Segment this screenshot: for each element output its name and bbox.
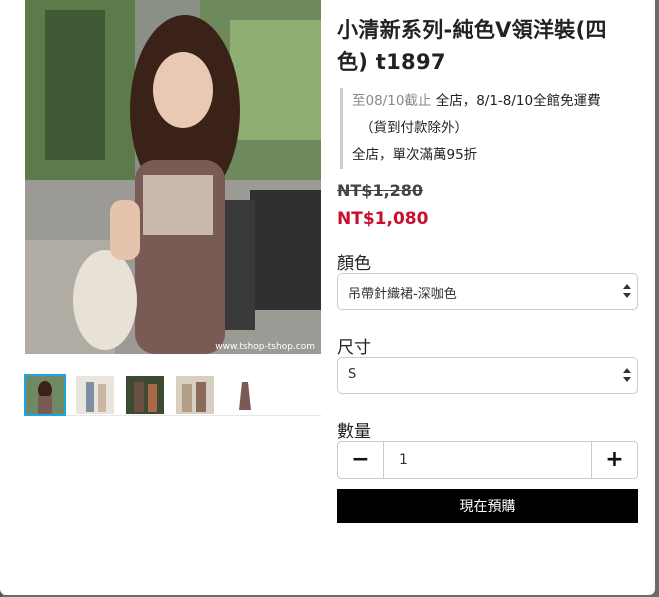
decrease-quantity-button[interactable]: − <box>338 442 384 478</box>
promo-line-2: （貨到付款除外） <box>360 120 468 136</box>
quantity-input[interactable] <box>384 442 591 478</box>
thumbnail-4[interactable] <box>176 376 214 414</box>
thumbnail-3[interactable] <box>126 376 164 414</box>
promotion-box: 至08/10截止 全店，8/1-8/10全館免運費 （貨到付款除外） 全店，單次… <box>340 88 638 169</box>
select-arrows-icon <box>623 284 631 298</box>
promo-line-3: 全店，單次滿萬95折 <box>352 147 478 163</box>
preorder-button[interactable]: 現在預購 <box>337 489 638 523</box>
quantity-label: 數量 <box>337 422 371 442</box>
color-select-value: 吊帶針織裙-深咖色 <box>348 287 457 302</box>
thumbnail-strip <box>24 374 321 416</box>
product-title: 小清新系列-純色V領洋裝(四色) t1897 <box>337 18 607 74</box>
image-watermark: www.tshop-tshop.com <box>215 342 315 352</box>
sale-price: NT$1,080 <box>337 209 429 229</box>
select-arrows-icon <box>623 368 631 382</box>
thumbnail-5[interactable] <box>226 376 264 414</box>
quick-view-modal: www.tshop-tshop.com 小清新系列-純色V領洋裝(四色) t18… <box>0 0 655 595</box>
thumbnail-2[interactable] <box>76 376 114 414</box>
promo-text-1: 全店，8/1-8/10全館免運費 <box>431 93 601 109</box>
thumbnail-1[interactable] <box>24 374 66 416</box>
plus-icon: + <box>605 447 624 472</box>
promo-line-1: 至08/10截止 全店，8/1-8/10全館免運費 <box>352 88 638 115</box>
original-price: NT$1,280 <box>337 181 424 200</box>
product-main-image: www.tshop-tshop.com <box>25 0 321 354</box>
promo-date: 至08/10截止 <box>352 93 432 109</box>
minus-icon: − <box>351 447 370 472</box>
increase-quantity-button[interactable]: + <box>591 442 637 478</box>
color-label: 顏色 <box>337 254 371 274</box>
quantity-stepper: − + <box>337 441 638 479</box>
size-select-value: S <box>348 367 357 382</box>
color-select[interactable]: 吊帶針織裙-深咖色 <box>337 273 638 310</box>
size-select[interactable]: S <box>337 357 638 394</box>
size-label: 尺寸 <box>337 338 371 358</box>
